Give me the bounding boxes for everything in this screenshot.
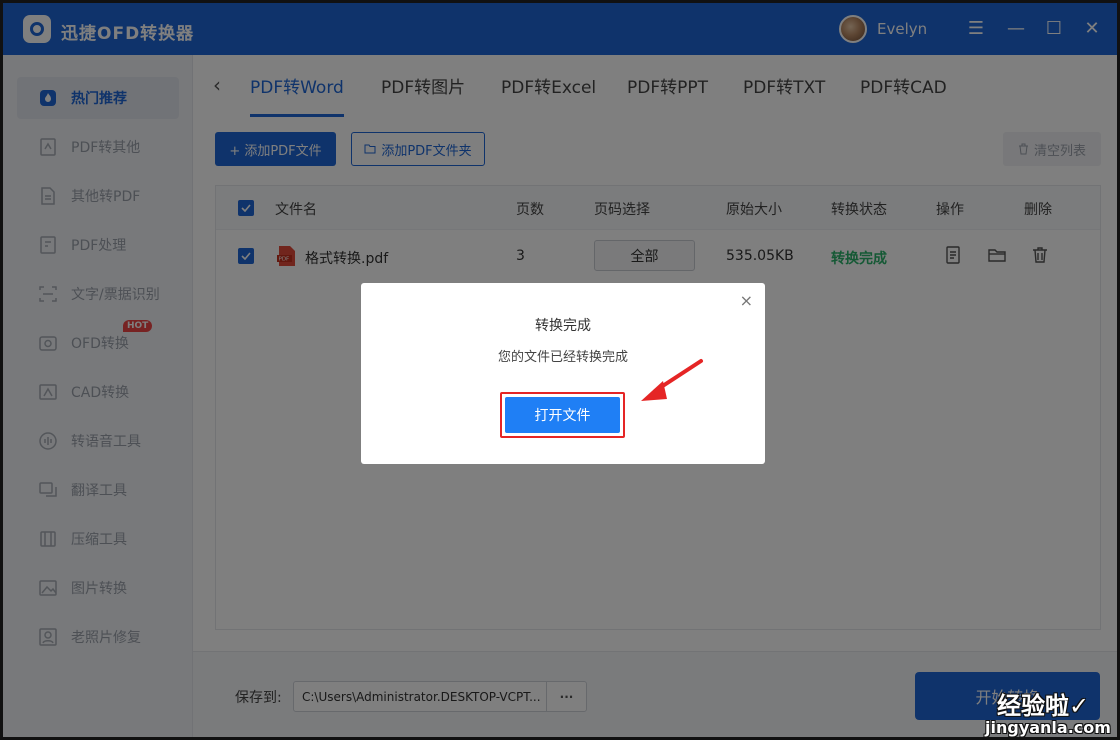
watermark: 经验啦✓ jingyanla.com <box>981 686 1117 737</box>
watermark-url: jingyanla.com <box>985 718 1111 737</box>
open-file-highlight: 打开文件 <box>500 392 625 438</box>
red-arrow-annotation <box>641 359 703 401</box>
dialog-title: 转换完成 <box>535 318 591 334</box>
open-file-button[interactable]: 打开文件 <box>505 397 620 433</box>
app-window: 迅捷OFD转换器 Evelyn ☰ — ☐ ✕ 热门推荐 PDF转其他 其他转P… <box>0 0 1120 740</box>
close-icon[interactable]: × <box>740 291 753 310</box>
watermark-title: 经验啦✓ <box>997 692 1090 720</box>
